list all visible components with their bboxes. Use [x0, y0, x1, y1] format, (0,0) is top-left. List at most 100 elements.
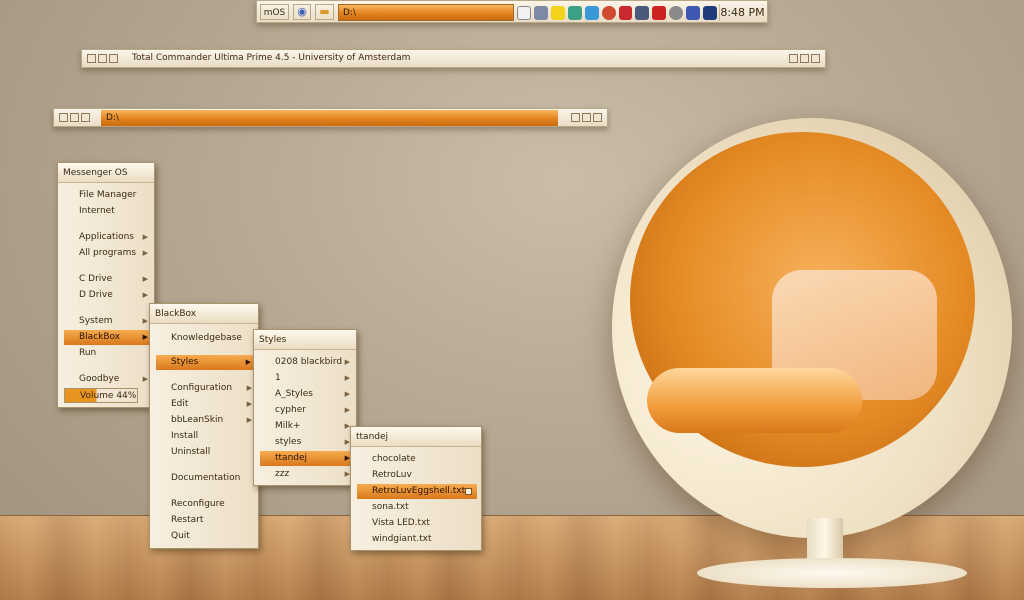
minimize-icon[interactable]: [571, 113, 580, 122]
checkbox-icon: [465, 488, 472, 495]
menu-item-configuration[interactable]: Configuration ▶: [165, 381, 257, 396]
window-controls: [571, 113, 602, 122]
menu-item-sona[interactable]: sona.txt: [366, 500, 480, 515]
menu-item-documentation[interactable]: Documentation: [165, 471, 257, 486]
menu-item-restart[interactable]: Restart: [165, 513, 257, 528]
top-toolbar: mOS ◉ ▬ D:\ 8:48 PM: [256, 0, 768, 23]
menu-title: Styles: [254, 330, 356, 350]
media-icon[interactable]: [618, 6, 633, 20]
chevron-right-icon: ▶: [344, 358, 350, 366]
menu-icon[interactable]: [59, 113, 68, 122]
menu-item-edit[interactable]: Edit ▶: [165, 397, 257, 412]
menu-item-zzz[interactable]: zzz ▶: [269, 467, 355, 482]
menu-title: ttandej: [351, 427, 481, 447]
egg-chair-wallpaper: [612, 118, 1024, 588]
menu-item-chocolate[interactable]: chocolate: [366, 452, 480, 467]
chevron-right-icon: ▶: [142, 275, 148, 283]
menu-item-run[interactable]: Run: [73, 346, 153, 361]
maximize-icon[interactable]: [582, 113, 591, 122]
path-field[interactable]: D:\: [338, 4, 514, 21]
menu-item-internet[interactable]: Internet: [73, 204, 153, 219]
chevron-right-icon: ▶: [142, 233, 148, 241]
download-icon[interactable]: [584, 6, 599, 20]
menu-item-ttandej[interactable]: ttandej ▶: [260, 451, 355, 466]
chevron-right-icon: ▶: [142, 291, 148, 299]
menu-item-styles[interactable]: Styles ▶: [156, 355, 256, 370]
menu-item-reconfigure[interactable]: Reconfigure: [165, 497, 257, 512]
menu-item-styles[interactable]: styles ▶: [269, 435, 355, 450]
menu-item-knowledgebase[interactable]: Knowledgebase: [165, 331, 257, 346]
menu-item-retroluv-eggshell[interactable]: RetroLuvEggshell.txt: [357, 484, 477, 499]
menu-item-cypher[interactable]: cypher ▶: [269, 403, 355, 418]
chevron-right-icon: ▶: [344, 390, 350, 398]
skype-icon[interactable]: [517, 6, 531, 20]
volume-slider[interactable]: Volume 44%: [64, 388, 138, 403]
network-icon[interactable]: [533, 6, 548, 20]
menu-item-file-manager[interactable]: File Manager: [73, 188, 153, 203]
speaker-icon[interactable]: [635, 6, 650, 20]
menu-item-install[interactable]: Install: [165, 429, 257, 444]
explorer-titlebar[interactable]: D:\: [53, 108, 608, 127]
menu-item-0208-blackbird[interactable]: 0208 blackbird ▶: [269, 355, 355, 370]
system-tray: [517, 4, 718, 21]
warning-icon[interactable]: [550, 6, 565, 20]
maximize-icon[interactable]: [800, 54, 809, 63]
menu-item-vista-led[interactable]: Vista LED.txt: [366, 516, 480, 531]
window-title: Total Commander Ultima Prime 4.5 - Unive…: [132, 53, 411, 63]
menu-item-retroluv[interactable]: RetroLuv: [366, 468, 480, 483]
shade-icon[interactable]: [109, 54, 118, 63]
chevron-right-icon: ▶: [246, 384, 252, 392]
styles-menu: Styles 0208 blackbird ▶ 1 ▶ A_Styles ▶ cyph…: [253, 329, 357, 486]
path-titlebar: D:\: [101, 110, 558, 126]
menu-item-system[interactable]: System ▶: [73, 314, 153, 329]
chevron-right-icon: ▶: [245, 358, 251, 366]
menu-item-all-programs[interactable]: All programs ▶: [73, 246, 153, 261]
close-icon[interactable]: [593, 113, 602, 122]
chevron-right-icon: ▶: [246, 400, 252, 408]
pin-icon[interactable]: [70, 113, 79, 122]
chevron-right-icon: ▶: [142, 249, 148, 257]
chevron-right-icon: ▶: [344, 406, 350, 414]
chevron-right-icon: ▶: [142, 333, 148, 341]
menu-item-goodbye[interactable]: Goodbye ▶: [73, 372, 153, 387]
globe-icon[interactable]: ◉: [293, 4, 311, 20]
menu-item-d-drive[interactable]: D Drive ▶: [73, 288, 153, 303]
menu-item-applications[interactable]: Applications ▶: [73, 230, 153, 245]
folder-icon[interactable]: ▬: [315, 4, 334, 20]
clock[interactable]: 8:48 PM: [719, 4, 765, 21]
menu-item-a-styles[interactable]: A_Styles ▶: [269, 387, 355, 402]
menu-item-windgiant[interactable]: windgiant.txt: [366, 532, 480, 547]
mouse-icon[interactable]: [686, 6, 701, 20]
menu-icon[interactable]: [87, 54, 96, 63]
menu-item-uninstall[interactable]: Uninstall: [165, 445, 257, 460]
menu-title: BlackBox: [150, 304, 258, 324]
hand-icon[interactable]: [601, 6, 616, 20]
window-icons: [59, 113, 90, 122]
mute-icon[interactable]: [652, 6, 667, 20]
minimize-icon[interactable]: [789, 54, 798, 63]
shield-icon[interactable]: [703, 6, 718, 20]
window-controls: [789, 54, 820, 63]
disc-icon[interactable]: [669, 6, 684, 20]
blackbox-menu: BlackBox Knowledgebase Styles ▶ Configura…: [149, 303, 259, 549]
menu-title: Messenger OS: [58, 163, 154, 183]
menu-item-milk-plus[interactable]: Milk+ ▶: [269, 419, 355, 434]
chevron-right-icon: ▶: [246, 416, 252, 424]
window-icons: [87, 54, 118, 63]
ttandej-menu: ttandej chocolate RetroLuv RetroLuvEggsh…: [350, 426, 482, 551]
menu-item-1[interactable]: 1 ▶: [269, 371, 355, 386]
pin-icon[interactable]: [98, 54, 107, 63]
menu-item-blackbox[interactable]: BlackBox ▶: [64, 330, 153, 345]
shade-icon[interactable]: [81, 113, 90, 122]
chevron-right-icon: ▶: [142, 375, 148, 383]
start-button[interactable]: mOS: [260, 4, 289, 20]
chevron-right-icon: ▶: [344, 374, 350, 382]
menu-item-quit[interactable]: Quit: [165, 529, 257, 544]
close-icon[interactable]: [811, 54, 820, 63]
menu-item-c-drive[interactable]: C Drive ▶: [73, 272, 153, 287]
menu-item-bbleanskin[interactable]: bbLeanSkin ▶: [165, 413, 257, 428]
messenger-os-menu: Messenger OS File Manager Internet Appli…: [57, 162, 155, 408]
chevron-right-icon: ▶: [142, 317, 148, 325]
sync-icon[interactable]: [567, 6, 582, 20]
total-commander-titlebar[interactable]: Total Commander Ultima Prime 4.5 - Unive…: [81, 49, 826, 68]
